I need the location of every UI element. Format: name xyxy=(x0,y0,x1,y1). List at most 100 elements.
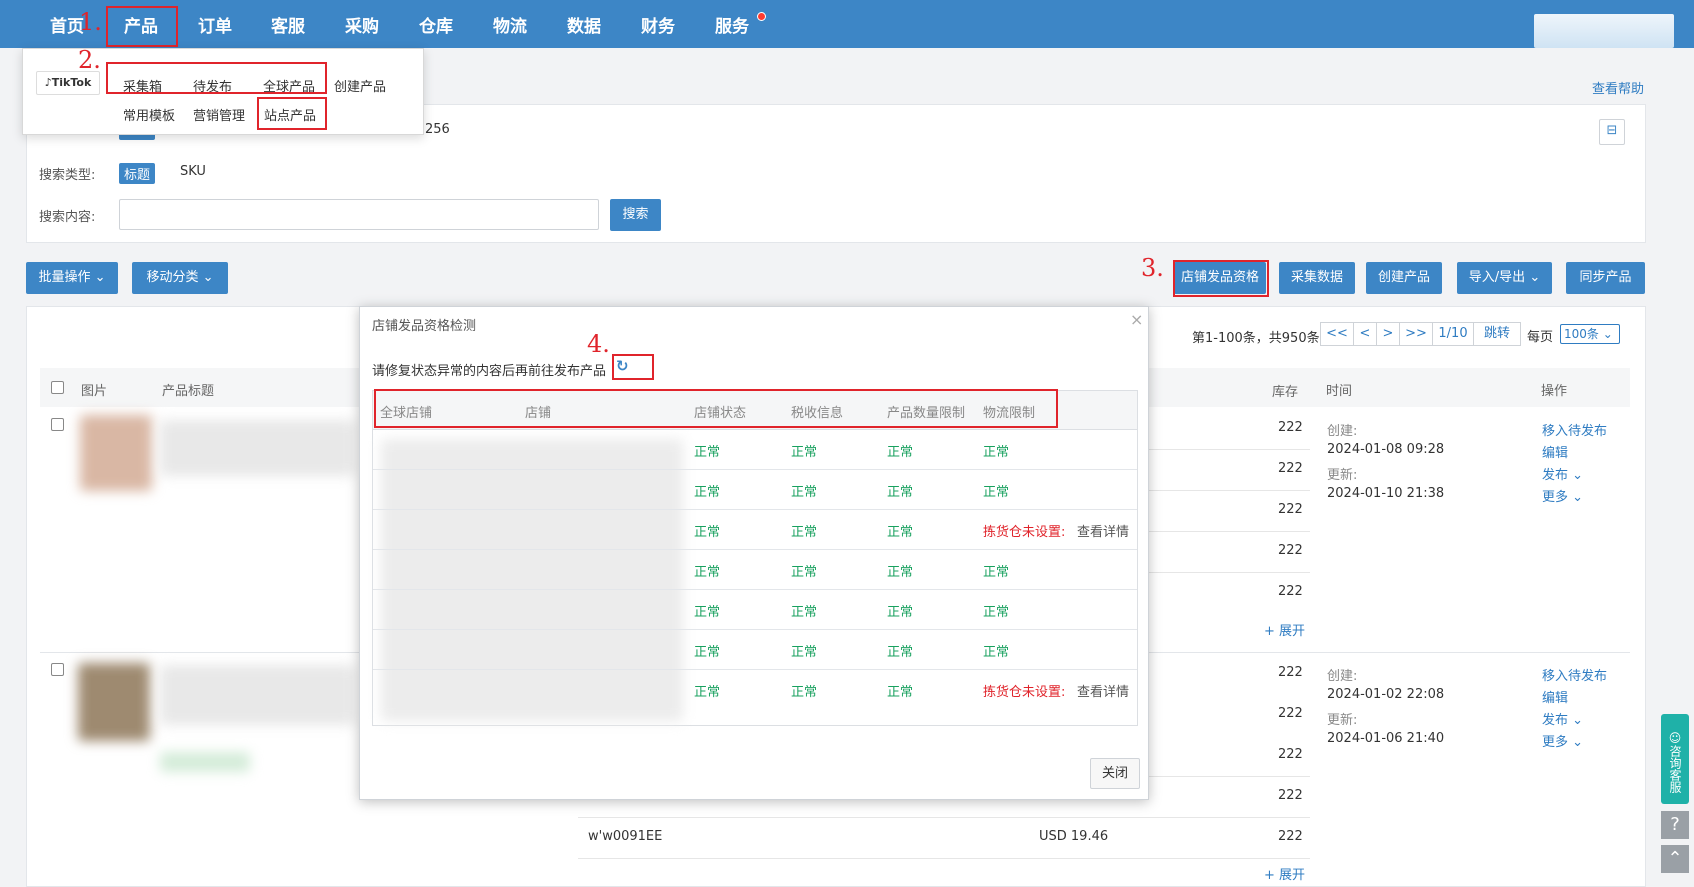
nav-purchase[interactable]: 采购 xyxy=(345,0,379,48)
sync-products-button[interactable]: 同步产品 xyxy=(1566,262,1645,294)
more-link[interactable]: 更多 ⌄ xyxy=(1542,486,1583,505)
header-time: 时间 xyxy=(1326,384,1353,399)
prev-page-button[interactable]: < xyxy=(1353,322,1377,346)
status-ok: 正常 xyxy=(694,485,721,500)
qualification-row: 正常 正常 正常 正常 xyxy=(373,630,1137,670)
annotation-step-2: 2. xyxy=(78,46,101,74)
page-indicator: 1/10 xyxy=(1432,322,1474,346)
modal-title: 店铺发品资格检测 xyxy=(372,319,477,334)
highlight-site-products xyxy=(257,97,327,130)
row-line xyxy=(578,817,1310,818)
qualification-row: 正常 正常 正常 拣货仓未设置: 查看详情 xyxy=(373,510,1137,550)
modal-hint: 请修复状态异常的内容后再前往发布产品 xyxy=(372,364,607,379)
logistics-ok: 正常 xyxy=(983,645,1010,660)
consult-service-button[interactable]: ☺咨询客服 xyxy=(1661,714,1689,804)
search-type-title[interactable]: 标题 xyxy=(119,163,156,184)
status-ok: 正常 xyxy=(694,685,721,700)
search-content-label: 搜索内容: xyxy=(39,210,96,225)
search-input[interactable] xyxy=(119,199,599,230)
first-page-button[interactable]: << xyxy=(1320,322,1354,346)
create-product-button[interactable]: 创建产品 xyxy=(1366,262,1442,294)
move-to-pending-link[interactable]: 移入待发布 xyxy=(1542,420,1607,439)
menu-templates[interactable]: 常用模板 xyxy=(123,105,175,124)
row-checkbox[interactable] xyxy=(51,663,64,676)
row-line xyxy=(1130,490,1310,491)
publish-link[interactable]: 发布 ⌄ xyxy=(1542,709,1583,728)
updated-label: 更新: xyxy=(1327,713,1358,728)
status-ok: 正常 xyxy=(694,445,721,460)
user-area[interactable] xyxy=(1534,14,1674,48)
nav-orders[interactable]: 订单 xyxy=(198,0,232,48)
nav-customer-service[interactable]: 客服 xyxy=(271,0,305,48)
help-link[interactable]: 查看帮助 xyxy=(1592,78,1644,97)
highlight-refresh xyxy=(612,354,654,380)
product-thumbnail[interactable] xyxy=(80,415,152,491)
expand-link[interactable]: + 展开 xyxy=(1264,864,1305,883)
next-page-button[interactable]: > xyxy=(1376,322,1400,346)
logistics-ok: 正常 xyxy=(983,485,1010,500)
nav-services[interactable]: 服务 xyxy=(715,0,749,48)
status-ok: 正常 xyxy=(694,565,721,580)
nav-data[interactable]: 数据 xyxy=(567,0,601,48)
nav-logistics[interactable]: 物流 xyxy=(493,0,527,48)
qty-ok: 正常 xyxy=(887,565,914,580)
move-category-button[interactable]: 移动分类 ⌄ xyxy=(132,262,228,294)
qty-ok: 正常 xyxy=(887,645,914,660)
close-button[interactable]: 关闭 xyxy=(1090,758,1140,789)
search-button[interactable]: 搜索 xyxy=(610,199,661,231)
edit-link[interactable]: 编辑 xyxy=(1542,442,1568,461)
stock-value: 222 xyxy=(1278,829,1303,844)
import-export-button[interactable]: 导入/导出 ⌄ xyxy=(1457,262,1552,294)
more-link[interactable]: 更多 ⌄ xyxy=(1542,731,1583,750)
move-to-pending-link[interactable]: 移入待发布 xyxy=(1542,665,1607,684)
logistics-ok: 正常 xyxy=(983,445,1010,460)
chevron-up-icon[interactable]: ⌃ xyxy=(1661,845,1689,873)
chevron-down-icon: ⌄ xyxy=(1572,713,1584,728)
highlight-menu-row xyxy=(106,62,327,94)
collapse-icon[interactable]: ⊟ xyxy=(1599,119,1625,145)
view-details-link[interactable]: 查看详情 xyxy=(1077,681,1129,700)
edit-link[interactable]: 编辑 xyxy=(1542,687,1568,706)
jump-button[interactable]: 跳转 xyxy=(1473,322,1521,346)
last-page-button[interactable]: >> xyxy=(1399,322,1433,346)
status-ok: 正常 xyxy=(694,525,721,540)
chevron-down-icon: ⌄ xyxy=(1529,270,1541,285)
updated-time: 2024-01-10 21:38 xyxy=(1327,486,1445,501)
qualification-table: 全球店铺 店铺 店铺状态 税收信息 产品数量限制 物流限制 正常 正常 正常 正… xyxy=(372,390,1138,726)
tax-ok: 正常 xyxy=(791,605,818,620)
close-icon[interactable]: × xyxy=(1130,310,1143,329)
menu-marketing[interactable]: 营销管理 xyxy=(193,105,245,124)
header-title: 产品标题 xyxy=(162,384,215,399)
per-page-select[interactable]: 100条 ⌄ xyxy=(1560,324,1620,344)
product-title-blurred xyxy=(160,665,355,725)
batch-operation-button[interactable]: 批量操作 ⌄ xyxy=(26,262,118,294)
nav-finance[interactable]: 财务 xyxy=(641,0,675,48)
view-details-link[interactable]: 查看详情 xyxy=(1077,521,1129,540)
expand-link[interactable]: + 展开 xyxy=(1264,620,1305,639)
question-icon[interactable]: ? xyxy=(1661,811,1689,839)
nav-warehouse[interactable]: 仓库 xyxy=(419,0,453,48)
product-title-blurred xyxy=(160,420,355,476)
stock-value: 222 xyxy=(1278,584,1303,599)
row-checkbox[interactable] xyxy=(51,418,64,431)
product-tags-blurred xyxy=(160,752,250,772)
search-type-sku[interactable]: SKU xyxy=(180,164,206,179)
publish-link[interactable]: 发布 ⌄ xyxy=(1542,464,1583,483)
collect-data-button[interactable]: 采集数据 xyxy=(1279,262,1355,294)
menu-create-product[interactable]: 创建产品 xyxy=(334,76,386,95)
updated-label: 更新: xyxy=(1327,468,1358,483)
headset-icon: ☺ xyxy=(1668,731,1682,745)
row-line xyxy=(1130,572,1310,573)
shop-qualification-modal: 店铺发品资格检测 × 请修复状态异常的内容后再前往发布产品 ↻ 全球店铺 店铺 … xyxy=(359,306,1149,800)
tax-ok: 正常 xyxy=(791,485,818,500)
chevron-down-icon: ⌄ xyxy=(1572,490,1584,505)
header-stock: 库存 xyxy=(1272,385,1299,400)
created-label: 创建: xyxy=(1327,669,1358,684)
qualification-row: 正常 正常 正常 拣货仓未设置: 查看详情 xyxy=(373,670,1137,710)
annotation-step-4: 4. xyxy=(587,330,610,358)
tiktok-logo: ♪TikTok xyxy=(36,71,100,95)
status-ok: 正常 xyxy=(694,605,721,620)
product-thumbnail[interactable] xyxy=(78,663,150,741)
select-all-checkbox[interactable] xyxy=(51,381,64,394)
qty-ok: 正常 xyxy=(887,445,914,460)
